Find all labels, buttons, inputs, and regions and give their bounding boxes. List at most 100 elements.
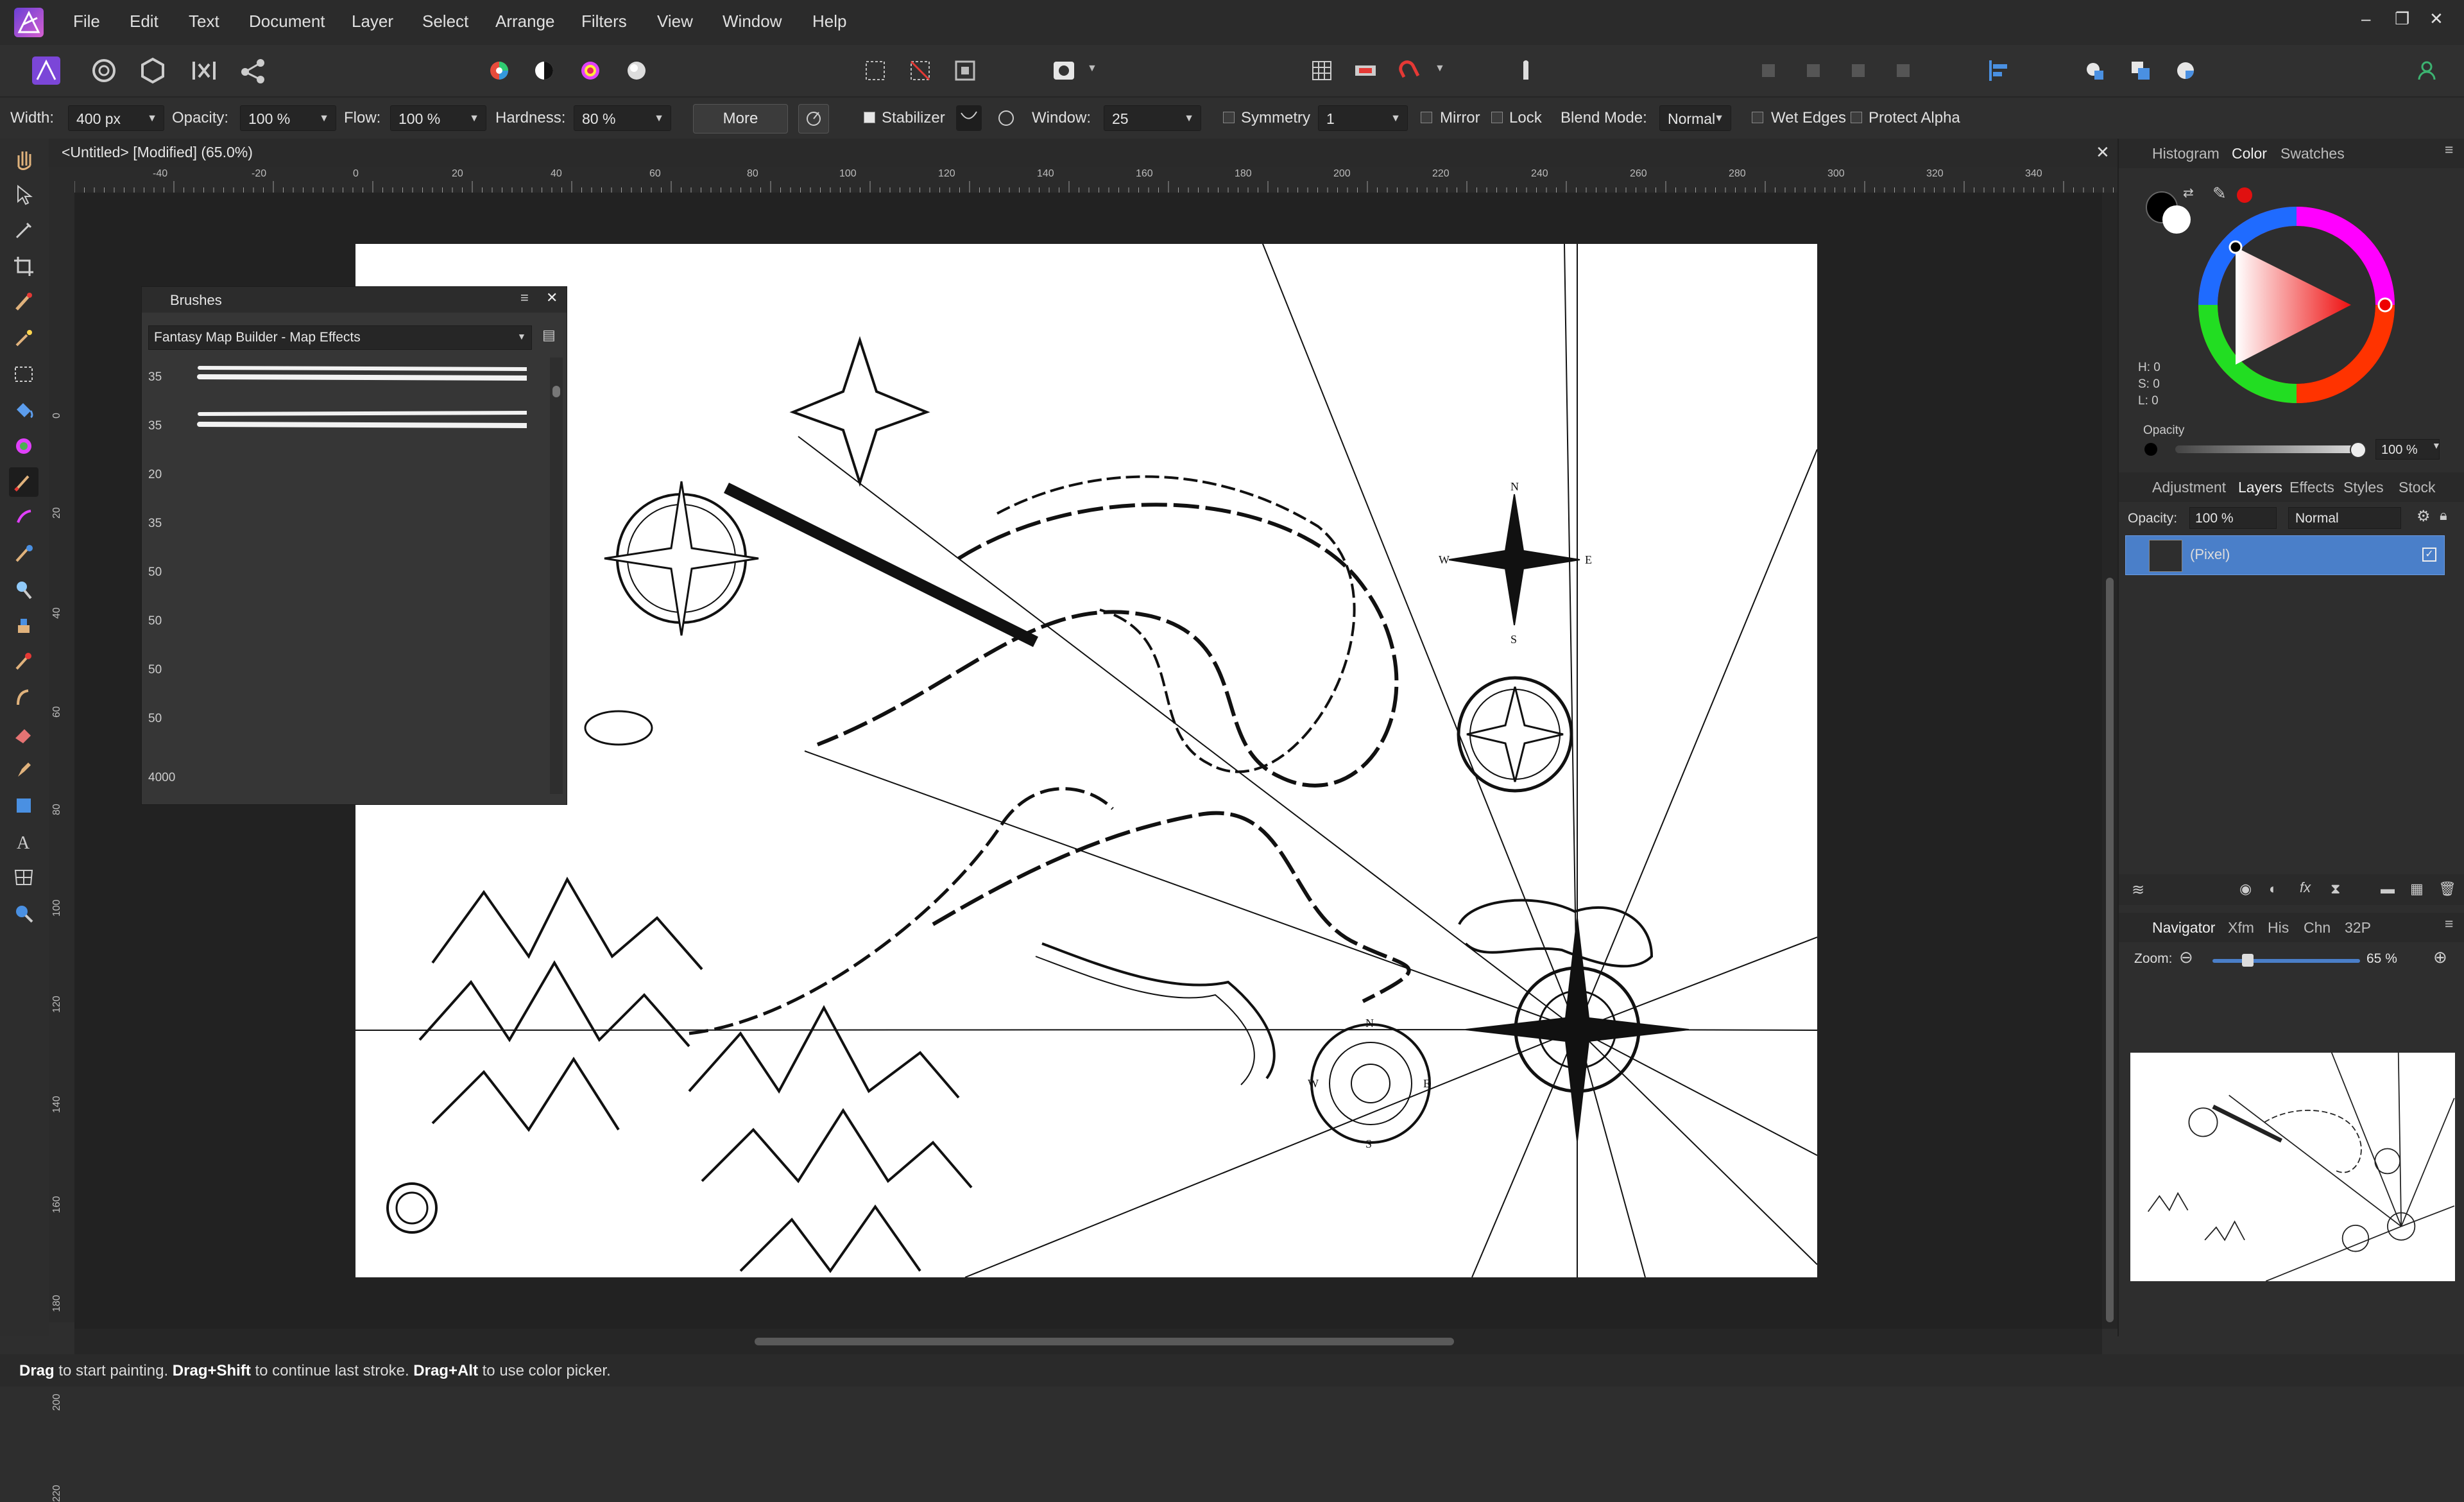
tab-history[interactable]: His [2268,919,2289,937]
mesh-warp-tool-icon[interactable] [9,863,38,892]
brushes-panel-header[interactable]: Brushes ≡ ✕ [142,287,567,313]
add-mask-icon[interactable]: ◉ [2239,881,2252,897]
stabilizer-checkbox[interactable] [864,112,875,123]
brush-size-label[interactable]: 50 [148,712,162,726]
crop-tool-icon[interactable] [9,252,38,281]
protect-alpha-checkbox[interactable] [1851,112,1862,123]
layer-lock-icon[interactable]: 🔒︎ [2440,507,2447,524]
menu-view[interactable]: View [657,12,693,31]
document-tab-title[interactable]: <Untitled> [Modified] (65.0%) [62,144,253,161]
add-live-filter-icon[interactable]: ⧗ [2331,881,2340,897]
paint-brush-tool-icon[interactable] [9,467,38,497]
artistic-text-tool-icon[interactable]: A [9,827,38,856]
blur-brush-tool-icon[interactable] [9,683,38,712]
pen-tool-icon[interactable] [9,755,38,784]
auto-white-balance-icon[interactable] [619,53,654,89]
boolean-subtract-icon[interactable] [2123,53,2159,89]
tab-adjustment[interactable]: Adjustment [2152,479,2226,496]
width-field[interactable]: 400 px ▼ [68,105,164,131]
more-button[interactable]: More [693,104,788,134]
marquee-tool-icon[interactable] [9,359,38,389]
arrange-front-icon[interactable] [1885,53,1921,89]
document-canvas[interactable]: N S W E N S W E [355,237,1818,1278]
horizontal-scrollbar[interactable] [74,1329,2102,1354]
move-tool-icon[interactable] [9,180,38,209]
tab-transform[interactable]: Xfm [2228,919,2254,937]
quick-mask-icon[interactable] [1046,53,1082,89]
close-panel-icon[interactable]: ✕ [546,289,558,306]
menu-window[interactable]: Window [723,12,782,31]
blend-mode-dropdown[interactable]: Normal ▼ [1659,105,1731,131]
zoom-value[interactable]: 65 % [2366,951,2397,967]
brush-size-label[interactable]: 20 [148,468,162,482]
tab-effects[interactable]: Effects [2289,479,2334,496]
tab-stock[interactable]: Stock [2399,479,2436,496]
zoom-slider[interactable] [2212,959,2360,963]
opacity-slider[interactable] [2175,445,2360,453]
arrange-forward-icon[interactable] [1840,53,1876,89]
layer-blend-mode-dropdown[interactable]: Normal [2288,507,2401,529]
brush-size-label[interactable]: 35 [148,370,162,384]
tab-32bit-preview[interactable]: 32P [2345,919,2371,937]
zoom-slider-handle[interactable] [2242,954,2254,967]
marquee-selection-icon[interactable] [857,53,893,89]
menu-arrange[interactable]: Arrange [495,12,555,31]
vertical-scrollbar[interactable] [2102,193,2118,1329]
layer-stack-icon[interactable]: ≋ [2132,881,2144,899]
auto-levels-icon[interactable] [481,53,517,89]
color-opacity-field[interactable]: 100 % [2375,439,2440,460]
layer-visibility-checkbox[interactable]: ✓ [2422,548,2436,562]
scrollbar-thumb[interactable] [755,1338,1454,1345]
add-pixel-layer-icon[interactable]: ▦ [2410,881,2424,897]
menu-file[interactable]: File [73,12,100,31]
export-persona-icon[interactable] [235,53,271,89]
menu-document[interactable]: Document [249,12,325,31]
symmetry-field[interactable]: 1 ▼ [1318,105,1408,131]
layer-settings-gear-icon[interactable]: ⚙ [2417,507,2431,526]
assistant-icon[interactable] [1348,53,1383,89]
window-field[interactable]: 25 ▼ [1104,105,1201,131]
swap-colors-icon[interactable]: ⇄ [2183,185,2194,201]
rectangle-tool-icon[interactable] [9,791,38,820]
photo-persona-icon[interactable] [28,53,64,89]
menu-help[interactable]: Help [812,12,846,31]
tab-navigator[interactable]: Navigator [2152,919,2215,937]
opacity-field[interactable]: 100 % ▼ [240,105,336,131]
flood-fill-tool-icon[interactable] [9,395,38,425]
arrange-backward-icon[interactable] [1795,53,1831,89]
brush-size-label[interactable]: 50 [148,663,162,677]
view-tool-hand-icon[interactable] [9,144,38,173]
add-group-folder-icon[interactable]: ▬ [2381,881,2395,897]
tab-histogram[interactable]: Histogram [2152,145,2220,162]
menu-filters[interactable]: Filters [581,12,627,31]
zoom-tool-icon[interactable] [9,899,38,928]
tab-layers[interactable]: Layers [2238,479,2282,496]
user-account-icon[interactable] [2409,53,2445,89]
tab-styles[interactable]: Styles [2343,479,2384,496]
scrollbar-thumb[interactable] [552,386,560,397]
boolean-add-icon[interactable] [2078,53,2114,89]
secondary-color-swatch[interactable] [2162,205,2191,234]
boolean-intersect-icon[interactable] [2168,53,2203,89]
snapping-grid-icon[interactable] [1304,53,1340,89]
brush-list-scrollbar[interactable] [550,358,563,794]
align-icon[interactable] [1980,53,2016,89]
erase-brush-tool-icon[interactable] [9,719,38,748]
invert-selection-icon[interactable] [947,53,983,89]
restore-button[interactable]: ❐ [2395,9,2409,29]
wet-edges-checkbox[interactable] [1752,112,1763,123]
paint-mixer-tool-icon[interactable] [9,539,38,569]
tone-mapping-persona-icon[interactable] [186,53,222,89]
arrange-back-icon[interactable] [1750,53,1786,89]
lock-checkbox[interactable] [1491,112,1503,123]
color-wheel[interactable] [2197,205,2396,404]
picked-color-swatch[interactable] [2237,187,2252,203]
menu-text[interactable]: Text [189,12,219,31]
flow-field[interactable]: 100 % ▼ [390,105,486,131]
add-effect-fx-icon[interactable]: fx [2300,879,2311,896]
close-document-icon[interactable]: ✕ [2096,142,2110,162]
pixel-tool-icon[interactable] [9,503,38,533]
symmetry-checkbox[interactable] [1223,112,1235,123]
close-window-button[interactable]: ✕ [2429,9,2443,29]
zoom-out-icon[interactable]: ⊖ [2179,947,2193,967]
